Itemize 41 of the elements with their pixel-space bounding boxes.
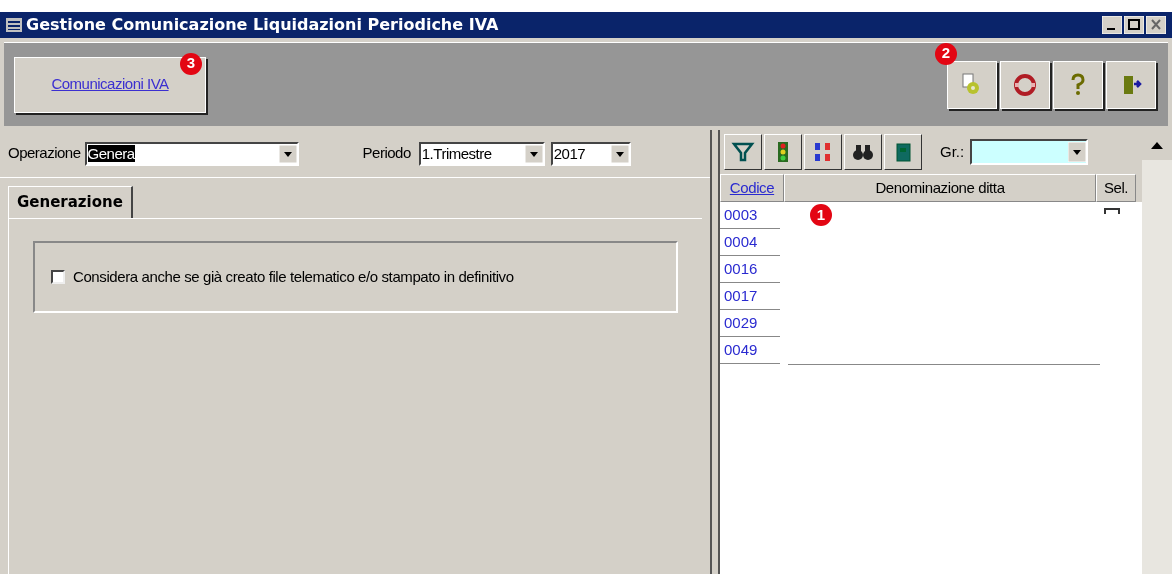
column-header[interactable]: Sel.: [1096, 174, 1136, 202]
dropdown-field[interactable]: 2017: [550, 141, 631, 166]
table-cell[interactable]: 0004: [720, 229, 780, 256]
checkbox[interactable]: [51, 270, 65, 284]
table-cell[interactable]: 0017: [720, 283, 780, 310]
toolbar-button[interactable]: [764, 134, 802, 170]
maximize-icon[interactable]: [1124, 16, 1144, 34]
checkbox-label: Considera anche se già creato file telematico e/o stampato in definitivo: [73, 266, 514, 287]
tab[interactable]: Generazione: [8, 186, 133, 218]
toolbar-button[interactable]: [724, 134, 762, 170]
field-label: Operazione: [8, 143, 81, 164]
dropdown-arrow-icon: [278, 144, 297, 163]
dropdown-arrow-icon: [524, 144, 543, 163]
close-icon[interactable]: [1146, 16, 1166, 34]
dropdown-field[interactable]: 1.Trimestre: [418, 141, 545, 166]
table-cell[interactable]: 0003: [720, 202, 780, 229]
vertical-scrollbar[interactable]: [1142, 130, 1172, 574]
field-label: Gr.:: [940, 141, 965, 162]
window-icon: [6, 18, 22, 32]
group-dropdown[interactable]: [970, 139, 1089, 165]
toolbar-button[interactable]: [844, 134, 882, 170]
toolbar-button[interactable]: [804, 134, 842, 170]
column-header[interactable]: Denominazione ditta: [784, 174, 1096, 202]
window-title: Gestione Comunicazione Liquidazioni Periodiche IVA: [26, 14, 500, 36]
dropdown-field[interactable]: Genera: [84, 141, 299, 166]
callout-badge: 2: [935, 42, 957, 65]
checkbox[interactable]: [1104, 208, 1120, 214]
callout-badge: 1: [810, 204, 832, 226]
toolbar-button[interactable]: [1000, 60, 1050, 109]
toolbar-button[interactable]: [884, 134, 922, 170]
table-cell[interactable]: 0029: [720, 310, 780, 337]
refresh-icon: [1012, 71, 1038, 98]
callout-badge: 3: [180, 52, 202, 75]
dropdown-arrow-icon: [1068, 142, 1087, 162]
table-cell[interactable]: 0016: [720, 256, 780, 283]
dropdown-arrow-icon: [610, 144, 629, 163]
filter-icon: [731, 140, 755, 164]
minimize-icon[interactable]: [1102, 16, 1122, 34]
field-label: Periodo: [362, 143, 411, 164]
table-cell[interactable]: 0049: [720, 337, 780, 364]
column-header[interactable]: Codice: [720, 174, 784, 202]
